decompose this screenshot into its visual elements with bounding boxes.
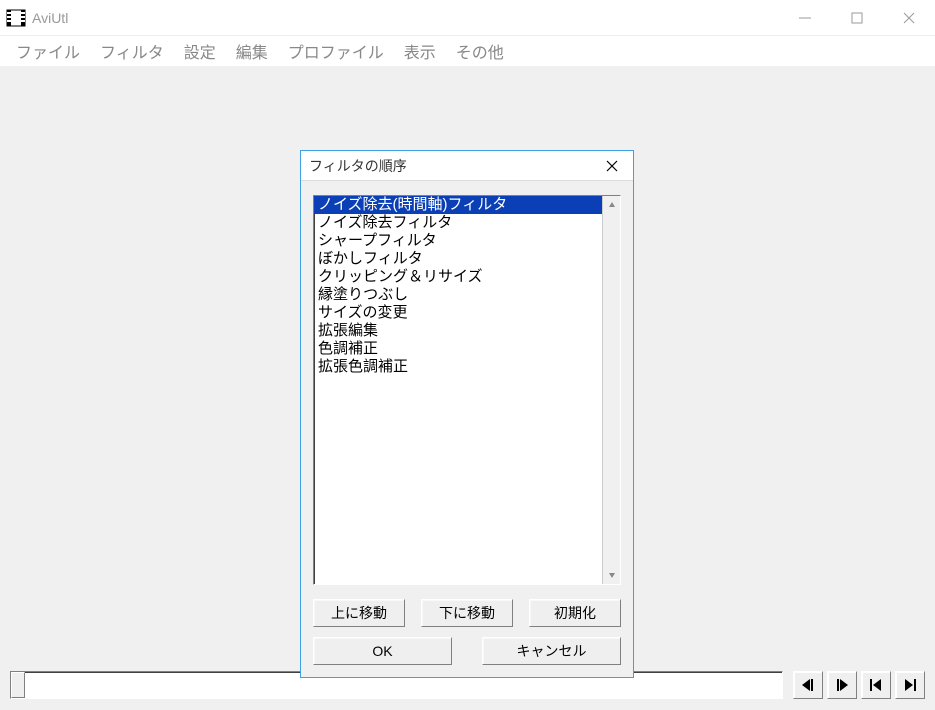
list-item[interactable]: 色調補正 xyxy=(314,340,602,358)
dialog-body: ノイズ除去(時間軸)フィルタノイズ除去フィルタシャープフィルタぼかしフィルタクリ… xyxy=(301,181,633,677)
list-item[interactable]: クリッピング＆リサイズ xyxy=(314,268,602,286)
app-icon xyxy=(6,9,26,27)
next-frame-button[interactable] xyxy=(827,671,857,699)
list-item[interactable]: ノイズ除去フィルタ xyxy=(314,214,602,232)
list-item[interactable]: ぼかしフィルタ xyxy=(314,250,602,268)
go-end-button[interactable] xyxy=(895,671,925,699)
menu-file[interactable]: ファイル xyxy=(6,35,90,67)
dialog-button-row-2: OK キャンセル xyxy=(313,637,621,665)
scroll-down-icon[interactable] xyxy=(603,566,620,584)
menu-other[interactable]: その他 xyxy=(446,35,514,67)
menubar: ファイル フィルタ 設定 編集 プロファイル 表示 その他 xyxy=(0,36,935,66)
dialog-button-row-1: 上に移動 下に移動 初期化 xyxy=(313,599,621,627)
dialog-title-text: フィルタの順序 xyxy=(309,156,407,176)
prev-frame-button[interactable] xyxy=(793,671,823,699)
menu-edit[interactable]: 編集 xyxy=(226,35,278,67)
list-item[interactable]: サイズの変更 xyxy=(314,304,602,322)
seek-thumb[interactable] xyxy=(11,672,25,698)
dialog-titlebar: フィルタの順序 xyxy=(301,151,633,181)
filter-listbox[interactable]: ノイズ除去(時間軸)フィルタノイズ除去フィルタシャープフィルタぼかしフィルタクリ… xyxy=(313,195,621,585)
go-start-button[interactable] xyxy=(861,671,891,699)
reset-button[interactable]: 初期化 xyxy=(529,599,621,627)
list-item[interactable]: ノイズ除去(時間軸)フィルタ xyxy=(314,196,602,214)
app-title: AviUtl xyxy=(32,10,68,26)
cancel-button[interactable]: キャンセル xyxy=(482,637,621,665)
transport-controls xyxy=(793,671,925,699)
content-area: フィルタの順序 ノイズ除去(時間軸)フィルタノイズ除去フィルタシャープフィルタぼ… xyxy=(0,66,935,710)
menu-profile[interactable]: プロファイル xyxy=(278,35,394,67)
dialog-close-button[interactable] xyxy=(599,153,625,179)
move-down-button[interactable]: 下に移動 xyxy=(421,599,513,627)
listbox-scrollbar[interactable] xyxy=(602,196,620,584)
menu-filter[interactable]: フィルタ xyxy=(90,35,174,67)
list-item[interactable]: 拡張編集 xyxy=(314,322,602,340)
scroll-up-icon[interactable] xyxy=(603,196,620,214)
move-up-button[interactable]: 上に移動 xyxy=(313,599,405,627)
menu-settings[interactable]: 設定 xyxy=(174,35,226,67)
menu-view[interactable]: 表示 xyxy=(394,35,446,67)
main-titlebar: AviUtl xyxy=(0,0,935,36)
minimize-button[interactable] xyxy=(779,0,831,36)
list-item[interactable]: 縁塗りつぶし xyxy=(314,286,602,304)
titlebar-left: AviUtl xyxy=(6,9,68,27)
maximize-button[interactable] xyxy=(831,0,883,36)
filter-order-dialog: フィルタの順序 ノイズ除去(時間軸)フィルタノイズ除去フィルタシャープフィルタぼ… xyxy=(300,150,634,678)
list-item[interactable]: シャープフィルタ xyxy=(314,232,602,250)
window-controls xyxy=(779,0,935,36)
list-item[interactable]: 拡張色調補正 xyxy=(314,358,602,376)
close-button[interactable] xyxy=(883,0,935,36)
ok-button[interactable]: OK xyxy=(313,637,452,665)
